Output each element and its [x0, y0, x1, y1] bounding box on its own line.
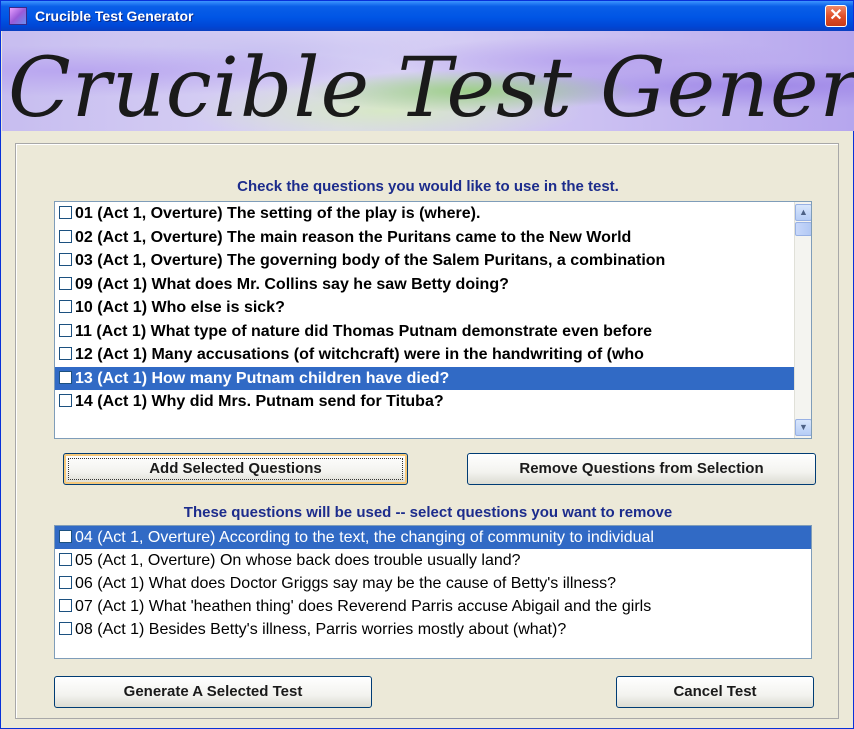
- focus-rect: [68, 458, 403, 480]
- list-item-label: 11 (Act 1) What type of nature did Thoma…: [75, 322, 652, 340]
- checkbox[interactable]: [59, 530, 72, 543]
- list-item-label: 14 (Act 1) Why did Mrs. Putnam send for …: [75, 393, 444, 410]
- window-title: Crucible Test Generator: [35, 8, 194, 24]
- list-item[interactable]: 14 (Act 1) Why did Mrs. Putnam send for …: [55, 390, 811, 414]
- checkbox[interactable]: [59, 206, 72, 219]
- list-item-label: 13 (Act 1) How many Putnam children have…: [75, 369, 450, 387]
- checkbox[interactable]: [59, 253, 72, 266]
- checkbox[interactable]: [59, 622, 72, 635]
- list-item[interactable]: 10 (Act 1) Who else is sick?: [55, 296, 811, 320]
- list-item[interactable]: 02 (Act 1, Overture) The main reason the…: [55, 226, 811, 250]
- list-item[interactable]: 04 (Act 1, Overture) According to the te…: [55, 526, 811, 549]
- checkbox[interactable]: [59, 229, 72, 243]
- checkbox[interactable]: [59, 276, 72, 290]
- checkbox[interactable]: [59, 553, 72, 566]
- selected-rows: 04 (Act 1, Overture) According to the te…: [55, 526, 811, 641]
- list-item[interactable]: 11 (Act 1) What type of nature did Thoma…: [55, 320, 811, 344]
- scroll-up-arrow-icon[interactable]: ▲: [795, 204, 811, 221]
- cancel-test-button[interactable]: Cancel Test: [616, 676, 814, 708]
- scroll-down-arrow-icon[interactable]: ▼: [795, 419, 811, 436]
- list-item-label: 05 (Act 1, Overture) On whose back does …: [75, 552, 521, 569]
- checkbox[interactable]: [59, 347, 72, 360]
- app-icon: [9, 7, 27, 25]
- list-item-label: 09 (Act 1) What does Mr. Collins say he …: [75, 275, 509, 293]
- list-item-label: 01 (Act 1, Overture) The setting of the …: [75, 205, 481, 222]
- list-item[interactable]: 13 (Act 1) How many Putnam children have…: [55, 366, 811, 390]
- list-item-label: 12 (Act 1) Many accusations (of witchcra…: [75, 346, 644, 363]
- title-bar[interactable]: Crucible Test Generator ✕: [1, 1, 853, 31]
- list-item[interactable]: 08 (Act 1) Besides Betty's illness, Parr…: [55, 618, 811, 641]
- selected-questions-list[interactable]: 04 (Act 1, Overture) According to the te…: [54, 525, 812, 659]
- checkbox[interactable]: [59, 599, 72, 612]
- generate-test-button[interactable]: Generate A Selected Test: [54, 676, 372, 708]
- list-item-label: 10 (Act 1) Who else is sick?: [75, 299, 285, 316]
- app-window: Crucible Test Generator ✕ Crucible Test …: [0, 0, 854, 729]
- list-item-label: 07 (Act 1) What 'heathen thing' does Rev…: [75, 598, 652, 615]
- available-questions-list[interactable]: 01 (Act 1, Overture) The setting of the …: [54, 201, 812, 439]
- scroll-thumb[interactable]: [795, 222, 811, 236]
- selected-instruction: These questions will be used -- select q…: [183, 504, 673, 521]
- list-item-label: 02 (Act 1, Overture) The main reason the…: [75, 228, 632, 246]
- available-scrollbar[interactable]: ▲ ▼: [794, 202, 811, 438]
- add-selected-button[interactable]: Add Selected Questions: [63, 453, 408, 485]
- list-item-label: 06 (Act 1) What does Doctor Griggs say m…: [75, 575, 617, 592]
- list-item-label: 03 (Act 1, Overture) The governing body …: [75, 252, 666, 269]
- checkbox[interactable]: [59, 300, 72, 313]
- checkbox[interactable]: [59, 323, 72, 337]
- checkbox[interactable]: [59, 394, 72, 407]
- list-item[interactable]: 05 (Act 1, Overture) On whose back does …: [55, 549, 811, 572]
- available-instruction: Check the questions you would like to us…: [237, 178, 619, 195]
- checkbox[interactable]: [59, 576, 72, 589]
- list-item-label: 08 (Act 1) Besides Betty's illness, Parr…: [75, 621, 567, 638]
- list-item[interactable]: 06 (Act 1) What does Doctor Griggs say m…: [55, 572, 811, 595]
- close-button[interactable]: ✕: [825, 5, 847, 27]
- checkbox[interactable]: [59, 370, 72, 384]
- banner-title: Crucible Test Generator: [8, 41, 854, 131]
- list-item-label: 04 (Act 1, Overture) According to the te…: [75, 529, 654, 546]
- remove-selection-button[interactable]: Remove Questions from Selection: [467, 453, 816, 485]
- list-item[interactable]: 07 (Act 1) What 'heathen thing' does Rev…: [55, 595, 811, 618]
- banner-image: Crucible Test Generator: [2, 31, 854, 131]
- list-item[interactable]: 12 (Act 1) Many accusations (of witchcra…: [55, 343, 811, 367]
- list-item[interactable]: 03 (Act 1, Overture) The governing body …: [55, 249, 811, 273]
- available-rows: 01 (Act 1, Overture) The setting of the …: [55, 202, 811, 414]
- list-item[interactable]: 09 (Act 1) What does Mr. Collins say he …: [55, 273, 811, 297]
- list-item[interactable]: 01 (Act 1, Overture) The setting of the …: [55, 202, 811, 226]
